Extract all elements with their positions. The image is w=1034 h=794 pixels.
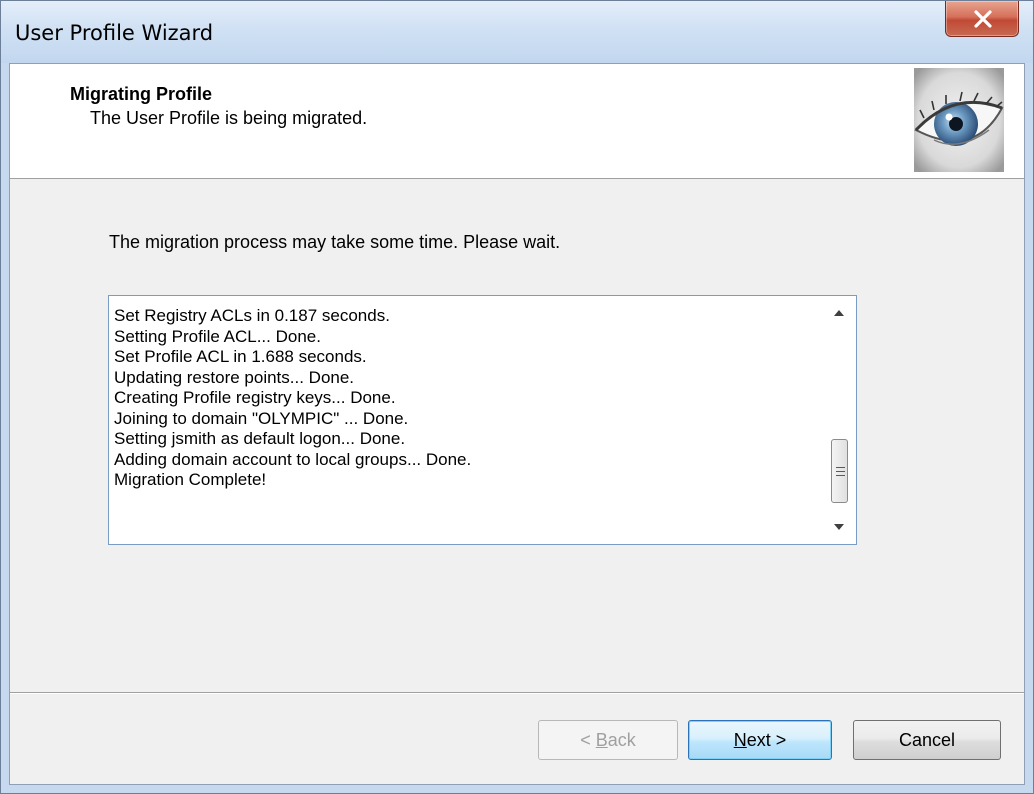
log-line: Creating Profile registry keys... Done. xyxy=(114,388,396,407)
migration-log[interactable]: Set Registry ACLs in 0.187 seconds. Sett… xyxy=(108,295,857,545)
log-line: Set Registry ACLs in 0.187 seconds. xyxy=(114,306,390,325)
log-line: Updating restore points... Done. xyxy=(114,367,355,387)
scroll-thumb[interactable] xyxy=(831,439,848,503)
log-line: Migration Complete! xyxy=(114,470,267,489)
scroll-up-arrow-icon xyxy=(834,310,844,316)
wizard-window: User Profile Wizard Migrating Profile Th… xyxy=(0,0,1034,794)
wizard-client-area: Migrating Profile The User Profile is be… xyxy=(9,63,1025,785)
log-lines: Set Registry ACLs in 0.187 seconds. Sett… xyxy=(114,306,814,491)
eye-logo-icon xyxy=(914,68,1004,172)
log-line: Adding domain account to local groups...… xyxy=(114,449,472,469)
scroll-down-button[interactable] xyxy=(822,510,856,544)
scroll-up-button[interactable] xyxy=(822,296,856,330)
page-subtitle: The User Profile is being migrated. xyxy=(90,108,368,128)
log-line: Joining to domain "OLYMPIC" ... Done. xyxy=(114,408,409,428)
close-icon xyxy=(974,10,992,28)
wizard-header: Migrating Profile The User Profile is be… xyxy=(10,64,1024,179)
back-button-label: ack xyxy=(607,730,636,750)
grip-icon xyxy=(836,467,845,476)
next-button[interactable]: Next > xyxy=(688,720,832,760)
vertical-scrollbar[interactable] xyxy=(822,296,856,544)
next-button-mnemonic: N xyxy=(733,730,747,750)
cancel-button[interactable]: Cancel xyxy=(853,720,1001,760)
log-line: Setting Profile ACL... Done. xyxy=(114,326,321,346)
back-button-prefix: < xyxy=(580,730,596,750)
intro-text: The migration process may take some time… xyxy=(109,232,561,252)
scroll-down-arrow-icon xyxy=(834,524,844,530)
back-button-mnemonic: B xyxy=(595,730,608,750)
log-line: Set Profile ACL in 1.688 seconds. xyxy=(114,347,367,366)
close-button[interactable] xyxy=(945,1,1019,37)
title-bar[interactable]: User Profile Wizard xyxy=(1,1,1033,63)
window-title: User Profile Wizard xyxy=(15,21,214,45)
next-button-label: ext > xyxy=(746,730,787,750)
footer-separator xyxy=(10,692,1024,694)
back-button[interactable]: < Back xyxy=(538,720,678,760)
page-title: Migrating Profile xyxy=(70,84,213,104)
log-line: Setting jsmith as default logon... Done. xyxy=(114,429,406,448)
